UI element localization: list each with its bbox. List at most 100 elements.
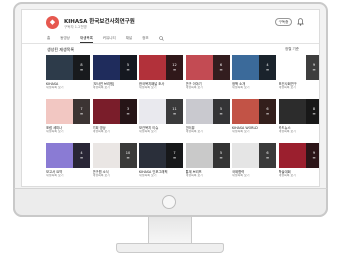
- playlist-count-overlay: 7 ≡: [73, 99, 90, 124]
- playlist-icon: ≡: [219, 67, 223, 72]
- playlist-view-link[interactable]: 재생목록 보기: [186, 130, 230, 134]
- playlist-thumbnail[interactable]: 5 ≡: [92, 55, 137, 80]
- playlist-thumbnail[interactable]: 6 ≡: [185, 55, 230, 80]
- tab-5[interactable]: 정보: [142, 36, 148, 43]
- channel-name[interactable]: KIHASA 한국보건사회연구원: [64, 17, 135, 25]
- playlist-count-overlay: 7 ≡: [166, 143, 183, 168]
- playlist-view-link[interactable]: 재생목록 보기: [46, 174, 90, 178]
- playlist-view-link[interactable]: 재생목록 보기: [186, 86, 230, 90]
- playlist-card[interactable]: 4 ≡ 보고서 요약 재생목록 보기: [46, 143, 90, 177]
- playlist-icon: ≡: [126, 67, 130, 72]
- playlist-card[interactable]: 12 ≡ 한국복지패널 조사 재생목록 보기: [139, 55, 183, 89]
- playlist-count-overlay: 6 ≡: [259, 143, 276, 168]
- channel-logo-icon[interactable]: ◆: [46, 16, 59, 29]
- playlist-card[interactable]: 10 ≡ 연구원 소식 재생목록 보기: [92, 143, 137, 178]
- playlist-thumbnail[interactable]: 10 ≡: [92, 143, 137, 168]
- playlist-view-link[interactable]: 재생목록 보기: [186, 174, 230, 178]
- playlist-card[interactable]: 3 ≡ 기획 영상 재생목록 보기: [92, 99, 137, 134]
- tab-4[interactable]: 채널: [126, 36, 132, 43]
- playlist-view-link[interactable]: 재생목록 보기: [232, 130, 276, 134]
- playlist-card[interactable]: 5 ≡ 인터뷰 재생목록 보기: [185, 99, 230, 134]
- playlist-thumbnail[interactable]: 3 ≡: [92, 99, 137, 124]
- playlist-icon: ≡: [79, 67, 84, 72]
- playlist-card[interactable]: 7 ≡ 포럼 세미나 재생목록 보기: [46, 99, 90, 133]
- playlist-icon: ≡: [172, 155, 177, 160]
- playlist-count-overlay: 4 ≡: [259, 55, 276, 80]
- playlist-thumbnail[interactable]: 9 ≡: [278, 143, 319, 168]
- playlist-card[interactable]: 9 ≡ 학술대회 재생목록 보기: [278, 143, 320, 178]
- playlist-view-link[interactable]: 재생목록 보기: [232, 86, 276, 90]
- bell-icon[interactable]: [297, 18, 304, 26]
- monitor-stand-neck: [148, 217, 192, 243]
- playlist-thumbnail[interactable]: 5 ≡: [185, 143, 230, 168]
- playlist-view-link[interactable]: 재생목록 보기: [46, 130, 90, 134]
- playlist-card[interactable]: 8 ≡ 카드뉴스 재생목록 보기: [278, 99, 320, 134]
- playlist-thumbnail[interactable]: 8 ≡: [46, 55, 90, 80]
- playlist-count-overlay: 9 ≡: [305, 55, 319, 80]
- playlist-thumbnail[interactable]: 12 ≡: [139, 55, 183, 80]
- playlist-icon: ≡: [312, 155, 316, 160]
- sort-button[interactable]: 정렬 기준: [285, 47, 299, 52]
- playlist-view-link[interactable]: 재생목록 보기: [46, 86, 90, 90]
- playlist-icon: ≡: [172, 111, 177, 116]
- playlist-count-overlay: 6 ≡: [259, 99, 276, 124]
- channel-header: ◆ KIHASA 한국보건사회연구원 구독자 1.2천명 구독중: [22, 10, 319, 36]
- screen: ◆ KIHASA 한국보건사회연구원 구독자 1.2천명 구독중 홈 동영상 재생목…: [21, 9, 320, 187]
- channel-tabs: 홈 동영상 재생목록 커뮤니티 채널 정보: [47, 36, 164, 43]
- playlist-view-link[interactable]: 재생목록 보기: [279, 174, 320, 178]
- playlist-count-overlay: 8 ≡: [73, 55, 90, 80]
- playlist-thumbnail[interactable]: 6 ≡: [232, 143, 276, 168]
- playlist-view-link[interactable]: 재생목록 보기: [232, 174, 276, 178]
- playlist-card[interactable]: 4 ≡ 정책 소개 재생목록 보기: [232, 55, 276, 89]
- tab-0[interactable]: 홈: [47, 36, 50, 43]
- playlist-count-overlay: 4 ≡: [73, 143, 90, 168]
- playlist-view-link[interactable]: 재생목록 보기: [139, 174, 183, 178]
- playlist-thumbnail[interactable]: 8 ≡: [278, 99, 319, 124]
- playlist-view-link[interactable]: 재생목록 보기: [279, 130, 320, 134]
- playlist-card[interactable]: 11 ≡ 보건복지 이슈 재생목록 보기: [139, 99, 183, 133]
- playlist-icon: ≡: [265, 67, 270, 72]
- playlist-thumbnail[interactable]: 5 ≡: [185, 99, 230, 124]
- tab-2[interactable]: 재생목록: [79, 36, 93, 43]
- playlist-card[interactable]: 6 ≡ 국제협력 재생목록 보기: [232, 143, 276, 177]
- playlist-thumbnail[interactable]: 7 ≡: [46, 99, 90, 124]
- playlist-card[interactable]: 5 ≡ 통계 브리프 재생목록 보기: [185, 143, 230, 178]
- tab-1[interactable]: 동영상: [60, 36, 70, 43]
- playlist-icon: ≡: [219, 111, 223, 116]
- subscribe-button[interactable]: 구독중: [275, 18, 292, 26]
- playlist-count-overlay: 3 ≡: [119, 99, 137, 124]
- playlist-icon: ≡: [219, 155, 223, 160]
- playlist-card[interactable]: 9 ≡ 보건사회연구 재생목록 보기: [278, 55, 320, 90]
- playlist-view-link[interactable]: 재생목록 보기: [279, 86, 320, 90]
- playlist-thumbnail[interactable]: 4 ≡: [232, 55, 276, 80]
- tabs-divider: [22, 43, 319, 44]
- playlist-icon: ≡: [265, 155, 270, 160]
- playlist-thumbnail[interactable]: 7 ≡: [139, 143, 183, 168]
- power-button-icon: [162, 195, 176, 209]
- playlist-view-link[interactable]: 재생목록 보기: [139, 86, 183, 90]
- playlist-card[interactable]: 5 ≡ [보사연 브리핑] 재생목록 보기: [92, 55, 137, 90]
- playlist-icon: ≡: [172, 67, 177, 72]
- section-title: 생성된 재생목록: [47, 47, 75, 52]
- playlist-count-overlay: 10 ≡: [119, 143, 137, 168]
- playlist-count-overlay: 5 ≡: [212, 99, 230, 124]
- playlist-thumbnail[interactable]: 11 ≡: [139, 99, 183, 124]
- monitor-stand-base: [116, 243, 224, 253]
- playlist-card[interactable]: 8 ≡ KIHASA 재생목록 보기: [46, 55, 90, 89]
- playlist-view-link[interactable]: 재생목록 보기: [93, 130, 137, 134]
- playlist-thumbnail[interactable]: 4 ≡: [46, 143, 90, 168]
- playlist-thumbnail[interactable]: 9 ≡: [278, 55, 319, 80]
- playlist-view-link[interactable]: 재생목록 보기: [139, 130, 183, 134]
- playlist-card[interactable]: 7 ≡ KIHASA 인포그래픽 재생목록 보기: [139, 143, 183, 177]
- playlist-icon: ≡: [312, 111, 316, 116]
- playlist-thumbnail[interactable]: 6 ≡: [232, 99, 276, 124]
- playlist-card[interactable]: 6 ≡ KIHASA WORLD 재생목록 보기: [232, 99, 276, 133]
- playlist-view-link[interactable]: 재생목록 보기: [93, 174, 137, 178]
- playlist-icon: ≡: [126, 111, 130, 116]
- search-icon[interactable]: [158, 36, 164, 41]
- tab-3[interactable]: 커뮤니티: [103, 36, 116, 43]
- playlist-card[interactable]: 6 ≡ 연구 이야기 재생목록 보기: [185, 55, 230, 90]
- playlist-icon: ≡: [126, 155, 130, 160]
- playlist-view-link[interactable]: 재생목록 보기: [93, 86, 137, 90]
- playlist-count-overlay: 5 ≡: [212, 143, 230, 168]
